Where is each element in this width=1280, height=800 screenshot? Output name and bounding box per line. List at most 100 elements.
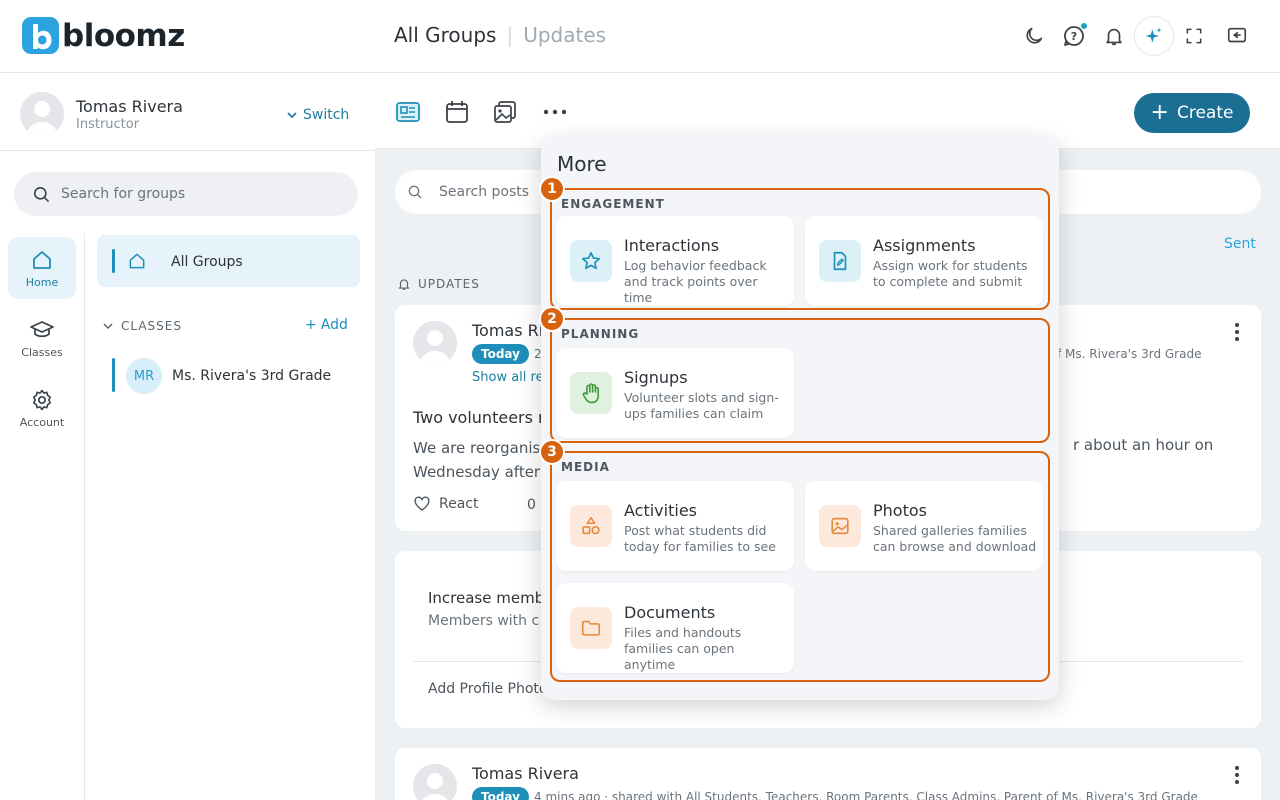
reaction-count: 0 — [527, 497, 536, 513]
tile-title: Activities — [624, 501, 697, 520]
activities-tile[interactable]: Activities Post what students did today … — [556, 481, 794, 571]
plus-icon: + — [305, 317, 317, 333]
updates-header-label: UPDATES — [418, 277, 480, 291]
heart-icon — [414, 496, 430, 511]
avatar[interactable] — [413, 764, 457, 800]
post-meta-right: f Ms. Rivera's 3rd Grade — [1057, 347, 1202, 361]
post-body-right: r about an hour on — [1073, 436, 1214, 454]
help-icon[interactable]: ? — [1057, 19, 1091, 53]
react-label: React — [439, 496, 479, 512]
rail-label-home: Home — [25, 275, 59, 289]
tile-description: Log behavior feedback and track points o… — [624, 258, 767, 305]
calendar-icon[interactable] — [442, 97, 472, 127]
tile-description: Post what students did today for familie… — [624, 523, 776, 554]
react-button[interactable]: React — [413, 495, 478, 513]
post-menu-icon[interactable] — [1235, 766, 1239, 787]
logo-mark — [22, 17, 59, 54]
ai-sparkle-icon[interactable] — [1134, 16, 1174, 56]
classes-section-toggle[interactable]: CLASSES — [103, 319, 182, 333]
shapes-icon — [570, 505, 612, 547]
photos-tile[interactable]: Photos Shared galleries families can bro… — [805, 481, 1043, 571]
chevron-down-icon — [287, 112, 297, 119]
post-author[interactable]: Tomas Rivera — [472, 764, 579, 783]
all-groups-label: All Groups — [171, 254, 243, 270]
rail-item-classes[interactable]: Classes — [8, 307, 76, 369]
post-author[interactable]: Tomas Ri — [472, 321, 543, 340]
hand-icon — [570, 372, 612, 414]
class-name: Ms. Rivera's 3rd Grade — [172, 368, 332, 384]
fullscreen-icon[interactable] — [1177, 19, 1211, 53]
search-icon — [33, 186, 50, 202]
add-class-button[interactable]: + Add — [305, 317, 348, 333]
search-icon — [408, 185, 422, 199]
home-icon — [33, 250, 51, 269]
image-icon — [819, 505, 861, 547]
section-label: ENGAGEMENT — [561, 197, 665, 211]
app-header: bloomz All Groups | Updates ? — [0, 0, 1280, 73]
interactions-tile[interactable]: Interactions Log behavior feedback and t… — [556, 216, 794, 306]
rail-item-account[interactable]: Account — [8, 377, 76, 439]
document-edit-icon — [819, 240, 861, 282]
tile-description: Assign work for students to complete and… — [873, 258, 1028, 289]
documents-tile[interactable]: Documents Files and handouts families ca… — [556, 583, 794, 673]
engagement-section: 1 ENGAGEMENT Interactions Log behavior f… — [539, 176, 1050, 310]
collapse-panel-icon[interactable] — [1220, 19, 1254, 53]
post-title: Two volunteers n — [413, 408, 549, 427]
sent-filter-link[interactable]: Sent — [1224, 236, 1256, 252]
search-groups-input[interactable]: Search for groups — [14, 172, 358, 216]
user-role: Instructor — [76, 117, 140, 132]
show-all-link[interactable]: Show all re — [472, 370, 544, 385]
star-icon — [570, 240, 612, 282]
gear-icon — [33, 389, 51, 410]
more-options-icon[interactable] — [540, 97, 570, 127]
create-button[interactable]: + Create — [1134, 93, 1250, 133]
bloomz-logo[interactable]: bloomz — [22, 17, 185, 54]
graduation-cap-icon — [30, 320, 54, 337]
page-title-main: All Groups — [394, 23, 497, 47]
assignments-tile[interactable]: Assignments Assign work for students to … — [805, 216, 1043, 306]
signups-tile[interactable]: Signups Volunteer slots and sign-ups fam… — [556, 348, 794, 438]
moon-icon[interactable] — [1017, 19, 1051, 53]
rail-item-home[interactable]: Home — [8, 237, 76, 299]
tile-description: Shared galleries families can browse and… — [873, 523, 1037, 554]
tile-title: Signups — [624, 368, 688, 387]
suggestion-title: Increase memb — [428, 589, 545, 607]
post-card: Tomas Rivera Today 4 mins ago · shared w… — [395, 748, 1261, 800]
folder-icon — [570, 607, 612, 649]
groups-panel: All Groups CLASSES + Add MR Ms. Rivera's… — [85, 233, 375, 800]
avatar[interactable] — [413, 321, 457, 365]
today-badge: Today — [472, 344, 529, 364]
media-section: 3 MEDIA Activities Post what students di… — [539, 439, 1050, 682]
today-badge: Today — [472, 787, 529, 800]
suggestion-subtitle: Members with c — [428, 613, 540, 629]
planning-section: 2 PLANNING Signups Volunteer slots and s… — [539, 306, 1050, 443]
class-initials: MR — [126, 358, 162, 394]
user-name: Tomas Rivera — [76, 97, 183, 116]
post-body-line: We are reorganis — [413, 439, 541, 457]
section-label: PLANNING — [561, 327, 640, 341]
feed-view-icon[interactable] — [393, 97, 423, 127]
svg-text:?: ? — [1071, 30, 1077, 43]
create-label: Create — [1176, 103, 1234, 123]
add-profile-photo-link[interactable]: Add Profile Photo — [428, 681, 547, 697]
user-profile: Tomas Rivera Instructor Switch — [0, 73, 375, 151]
all-groups-item[interactable]: All Groups — [97, 235, 360, 287]
switch-label: Switch — [303, 107, 350, 123]
page-title: All Groups | Updates — [394, 23, 607, 47]
classes-header: CLASSES — [121, 319, 182, 333]
switch-button[interactable]: Switch — [286, 107, 349, 123]
avatar[interactable] — [20, 92, 64, 136]
class-item[interactable]: MR Ms. Rivera's 3rd Grade — [112, 356, 362, 396]
tile-title: Assignments — [873, 236, 976, 255]
gallery-icon[interactable] — [490, 97, 520, 127]
home-icon — [129, 253, 145, 269]
popup-title: More — [557, 152, 607, 176]
tile-title: Documents — [624, 603, 716, 622]
bell-icon[interactable] — [1097, 19, 1131, 53]
tile-title: Interactions — [624, 236, 720, 255]
nav-rail: Home Classes Account — [0, 233, 85, 800]
chevron-down-icon — [103, 323, 113, 330]
post-body: We are reorganis Wednesday after — [413, 436, 540, 484]
tile-description: Files and handouts families can open any… — [624, 625, 742, 672]
post-menu-icon[interactable] — [1235, 323, 1239, 344]
